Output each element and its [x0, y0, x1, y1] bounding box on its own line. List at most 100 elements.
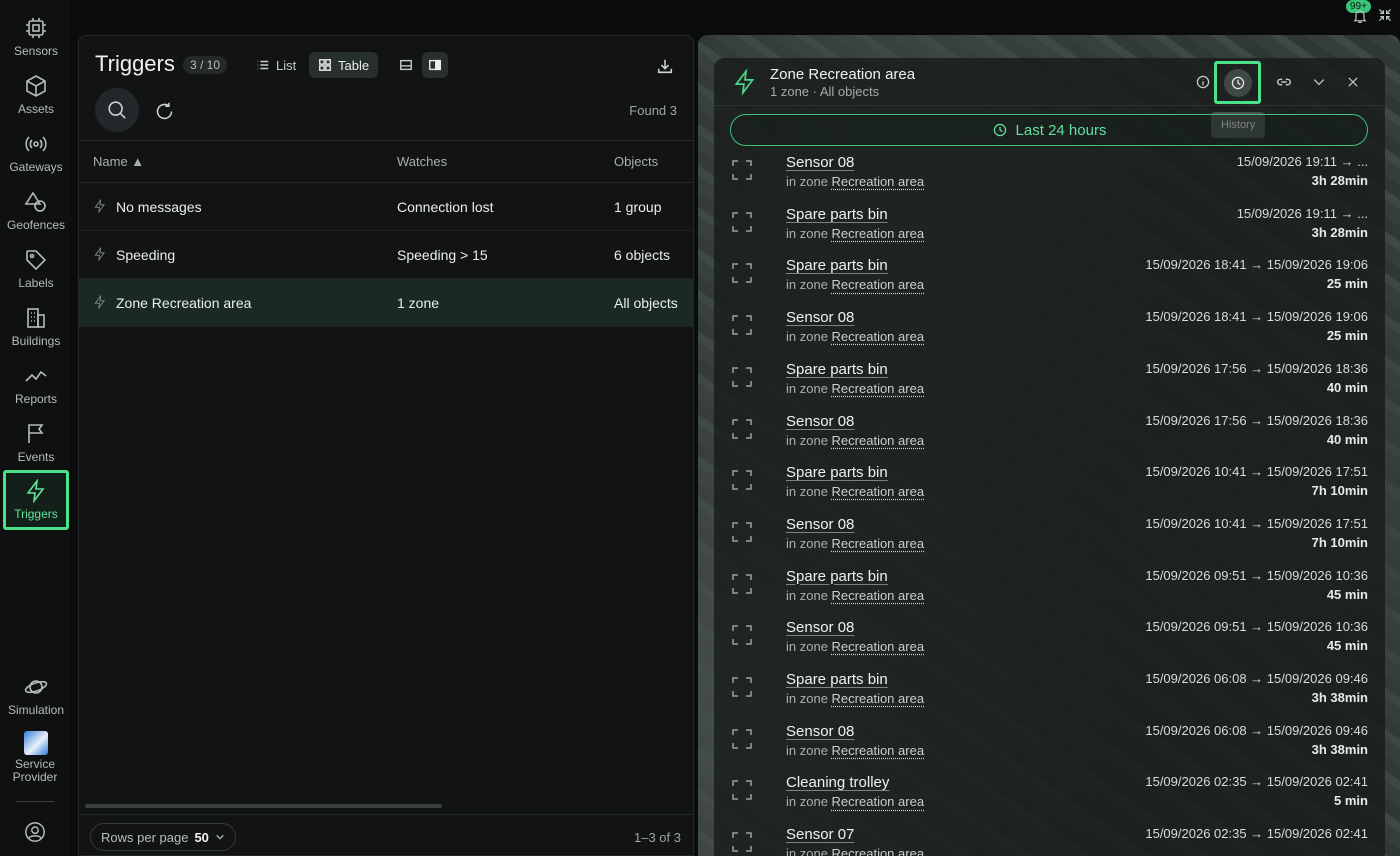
event-item[interactable]: Spare parts bin in zone Recreation area 15… — [714, 464, 1385, 516]
nav-geofences[interactable]: Geofences — [3, 182, 69, 240]
focus-frame-icon[interactable] — [732, 780, 752, 801]
nav-label: Assets — [17, 102, 54, 116]
nav-labels[interactable]: Labels — [3, 240, 69, 298]
focus-frame-icon[interactable] — [732, 470, 752, 490]
event-item[interactable]: Sensor 08 in zone Recreation area 15/09/20… — [714, 723, 1385, 775]
event-item[interactable]: Cleaning trolley in zone Recreation area 1… — [714, 774, 1385, 826]
event-item[interactable]: Spare parts bin in zone Recreation area 15… — [714, 671, 1385, 723]
link-button[interactable] — [1272, 70, 1296, 94]
zone-link[interactable]: Recreation area — [832, 794, 925, 809]
info-button[interactable] — [1191, 70, 1215, 94]
zone-link[interactable]: Recreation area — [832, 329, 925, 344]
nav-triggers[interactable]: Triggers — [3, 470, 69, 530]
history-button[interactable] — [1214, 61, 1261, 104]
view-table-button[interactable]: Table — [309, 52, 379, 78]
nav-sensors[interactable]: Sensors — [3, 8, 69, 66]
info-icon — [1196, 75, 1210, 89]
nav-simulation[interactable]: Simulation — [3, 667, 69, 725]
column-header-objects[interactable]: Objects — [614, 154, 658, 169]
focus-frame-icon[interactable] — [732, 677, 752, 697]
table-row[interactable]: No messages Connection lost 1 group — [79, 183, 693, 231]
event-object-link[interactable]: Sensor 08 — [786, 619, 854, 636]
focus-frame-icon[interactable] — [732, 211, 752, 232]
event-duration: 5 min — [1334, 793, 1368, 809]
event-object-link[interactable]: Sensor 08 — [786, 723, 854, 740]
nav-gateways[interactable]: Gateways — [3, 124, 69, 182]
focus-frame-icon[interactable] — [732, 263, 752, 284]
nav-events[interactable]: Events — [3, 414, 69, 472]
event-object-link[interactable]: Sensor 08 — [786, 154, 854, 171]
zone-link[interactable]: Recreation area — [832, 433, 925, 448]
expand-button[interactable] — [1307, 70, 1331, 94]
event-item[interactable]: Spare parts bin in zone Recreation area 15… — [714, 568, 1385, 620]
rows-per-page-select[interactable]: Rows per page 50 — [90, 823, 236, 851]
event-object-link[interactable]: Spare parts bin — [786, 361, 888, 378]
event-object-link[interactable]: Sensor 08 — [786, 516, 854, 533]
event-object-link[interactable]: Sensor 08 — [786, 309, 854, 326]
event-object-link[interactable]: Cleaning trolley — [786, 774, 889, 791]
event-object-link[interactable]: Spare parts bin — [786, 206, 888, 223]
export-button[interactable] — [655, 56, 675, 76]
focus-frame-icon[interactable] — [732, 573, 752, 594]
focus-frame-icon[interactable] — [732, 367, 752, 387]
planet-icon — [24, 680, 48, 694]
search-button[interactable] — [95, 88, 139, 132]
event-item[interactable]: Sensor 08 in zone Recreation area 15/09/20… — [714, 619, 1385, 671]
focus-frame-icon[interactable] — [732, 315, 752, 335]
grid-icon — [319, 59, 331, 71]
horizontal-scrollbar[interactable] — [85, 804, 442, 808]
cube-icon — [26, 75, 46, 97]
zone-link[interactable]: Recreation area — [832, 588, 925, 603]
event-object-link[interactable]: Spare parts bin — [786, 257, 888, 274]
layout-bottom-button[interactable] — [393, 52, 419, 78]
event-item[interactable]: Spare parts bin in zone Recreation area 15… — [714, 361, 1385, 413]
focus-frame-icon[interactable] — [732, 160, 752, 180]
focus-frame-icon[interactable] — [732, 625, 752, 646]
zone-link[interactable]: Recreation area — [832, 846, 925, 856]
event-item[interactable]: Sensor 08 in zone Recreation area 15/09/20… — [714, 413, 1385, 465]
zone-link[interactable]: Recreation area — [832, 536, 925, 551]
event-item[interactable]: Sensor 08 in zone Recreation area 15/09/20… — [714, 516, 1385, 568]
event-item[interactable]: Sensor 08 in zone Recreation area 15/09/20… — [714, 309, 1385, 361]
event-object-link[interactable]: Spare parts bin — [786, 671, 888, 688]
user-avatar-icon[interactable] — [24, 821, 46, 843]
nav-buildings[interactable]: Buildings — [3, 298, 69, 356]
focus-frame-icon[interactable] — [732, 728, 752, 749]
zone-link[interactable]: Recreation area — [832, 381, 925, 396]
zone-link[interactable]: Recreation area — [832, 639, 925, 654]
event-item[interactable]: Spare parts bin in zone Recreation area 15… — [714, 206, 1385, 258]
zone-link[interactable]: Recreation area — [832, 174, 925, 189]
event-object-link[interactable]: Sensor 08 — [786, 413, 854, 430]
event-object-link[interactable]: Spare parts bin — [786, 568, 888, 585]
event-object-link[interactable]: Sensor 07 — [786, 826, 854, 843]
column-header-name[interactable]: Name ▲ — [93, 154, 144, 169]
nav-assets[interactable]: Assets — [3, 66, 69, 124]
zone-link[interactable]: Recreation area — [832, 691, 925, 706]
close-button[interactable] — [1341, 70, 1365, 94]
zone-link[interactable]: Recreation area — [832, 484, 925, 499]
refresh-button[interactable] — [153, 100, 175, 122]
zone-link[interactable]: Recreation area — [832, 743, 925, 758]
event-time-range: 15/09/2026 10:41 → 15/09/2026 17:51 — [1145, 515, 1368, 531]
event-object-link[interactable]: Spare parts bin — [786, 464, 888, 481]
collapse-icon[interactable] — [1377, 7, 1393, 23]
cell-objects: 6 objects — [614, 247, 671, 263]
view-list-button[interactable]: List — [247, 52, 305, 78]
table-row[interactable]: Speeding Speeding > 15 6 objects — [79, 231, 693, 279]
event-item[interactable]: Sensor 07 in zone Recreation area 15/09/20… — [714, 826, 1385, 856]
focus-frame-icon[interactable] — [732, 832, 752, 852]
zone-link[interactable]: Recreation area — [832, 226, 925, 241]
layout-side-button[interactable] — [422, 52, 448, 78]
column-header-watches[interactable]: Watches — [397, 154, 447, 169]
zone-prefix: in zone — [786, 742, 828, 758]
zone-link[interactable]: Recreation area — [832, 277, 925, 292]
event-item[interactable]: Spare parts bin in zone Recreation area 15… — [714, 257, 1385, 309]
focus-frame-icon[interactable] — [732, 418, 752, 439]
table-row-selected[interactable]: Zone Recreation area 1 zone All objects — [79, 279, 693, 327]
time-range-button[interactable]: Last 24 hours — [730, 114, 1368, 146]
bell-icon[interactable] — [1352, 8, 1368, 24]
event-item[interactable]: Sensor 08 in zone Recreation area 15/09/20… — [714, 154, 1385, 206]
focus-frame-icon[interactable] — [732, 522, 752, 542]
nav-reports[interactable]: Reports — [3, 356, 69, 414]
provider-logo-icon[interactable] — [24, 731, 48, 755]
